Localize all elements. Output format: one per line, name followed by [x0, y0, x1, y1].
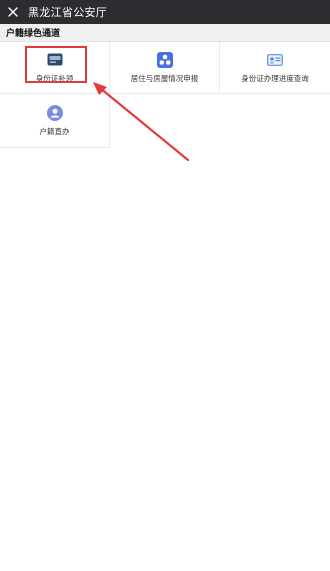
service-label: 身份证补领 — [35, 73, 74, 83]
service-household-direct[interactable]: 户籍直办 — [0, 94, 110, 148]
service-label: 户籍直办 — [39, 126, 70, 136]
house-declaration-icon — [156, 51, 173, 68]
service-label: 身份证办理进度查询 — [241, 73, 309, 83]
household-user-icon — [46, 104, 63, 121]
close-button[interactable] — [0, 0, 26, 24]
title-bar: 黑龙江省公安厅 — [0, 0, 330, 24]
service-label: 居住与房屋情况申报 — [130, 73, 199, 83]
section-title: 户籍绿色通道 — [0, 24, 330, 42]
page-title: 黑龙江省公安厅 — [28, 6, 108, 19]
service-id-progress-query[interactable]: 身份证办理进度查询 — [220, 42, 330, 94]
service-id-card-reissue[interactable]: 身份证补领 — [0, 42, 110, 94]
section-title-label: 户籍绿色通道 — [6, 29, 61, 39]
close-icon — [8, 7, 18, 17]
id-card-icon — [47, 52, 63, 68]
id-progress-query-icon — [267, 52, 283, 68]
service-residence-declaration[interactable]: 居住与房屋情况申报 — [110, 42, 220, 94]
